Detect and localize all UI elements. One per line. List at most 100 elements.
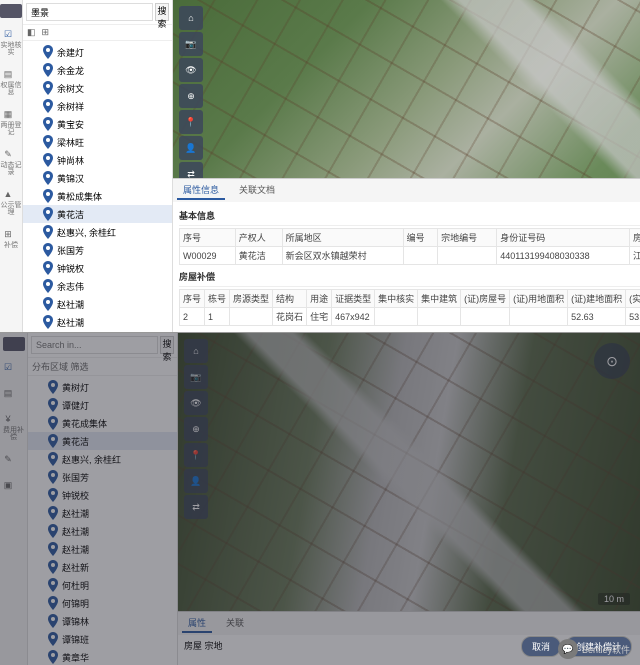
tree-item[interactable]: 钟锐权 [23, 259, 172, 277]
pin-icon [48, 452, 58, 466]
nav-icon[interactable]: ▦ [0, 106, 16, 122]
tree-item[interactable]: 黄锦汉 [23, 169, 172, 187]
tree-item[interactable]: 钟锐校 [28, 486, 177, 504]
cell [438, 247, 497, 265]
map-tool-icon[interactable]: ⇄ [179, 162, 203, 178]
nav-icon[interactable]: ☑ [0, 26, 16, 42]
tree-item[interactable]: 赵惠兴, 余桂红 [23, 223, 172, 241]
tree-item[interactable]: 赵社潮 [28, 504, 177, 522]
cell: 江门市新会区双水镇越荣村北心 [629, 247, 640, 265]
map-tool-icon[interactable]: ⌂ [179, 6, 203, 30]
tree-item[interactable]: 赵社潮 [28, 522, 177, 540]
tree-item[interactable]: 赵惠兴, 余桂红 [28, 450, 177, 468]
tree-item[interactable]: 黄树灯 [28, 378, 177, 396]
tree-label: 余树祥 [57, 100, 84, 113]
map-tool-icon[interactable]: 📷 [179, 32, 203, 56]
nav-icon[interactable]: ✎ [0, 146, 16, 162]
map-viewport[interactable]: ⌂📷👁⊕📍👤⇄ ⊙ 10 m [178, 333, 640, 611]
tab-prop[interactable]: 属性 [182, 614, 212, 633]
pin-icon [48, 488, 58, 502]
map-toolbar: ⌂📷👁⊕📍👤⇄ [184, 339, 208, 519]
search-button[interactable]: 搜索 [160, 336, 174, 354]
tree-item[interactable]: 赵社潮 [23, 313, 172, 331]
map-tool-icon[interactable]: 👤 [184, 469, 208, 493]
tree-item[interactable]: 黄花洁 [28, 432, 177, 450]
tree-item[interactable]: 张国芳 [23, 241, 172, 259]
nav-icon[interactable]: ✎ [0, 451, 16, 467]
search-button[interactable]: 搜索 [155, 3, 169, 21]
map-tool-icon[interactable]: 📷 [184, 365, 208, 389]
map-toolbar: ⌂📷👁⊕📍👤 ⇄ [179, 6, 203, 178]
nav-icon[interactable]: ▤ [0, 385, 16, 401]
tree-item[interactable]: 何锦明 [28, 594, 177, 612]
pin-icon [48, 524, 58, 538]
pin-icon [48, 578, 58, 592]
pin-icon [48, 398, 58, 412]
pin-icon [43, 171, 53, 185]
sidebar-tools: ◧ ⊞ [23, 25, 172, 41]
search-input[interactable] [26, 3, 153, 21]
tree-label: 何杜明 [62, 579, 89, 592]
map-tool-icon[interactable]: ⌂ [184, 339, 208, 363]
tree-item[interactable]: 赵社鞋 [23, 331, 172, 332]
map-tool-icon[interactable]: 📍 [179, 110, 203, 134]
nav-icon[interactable]: ¥ [0, 411, 16, 427]
tree-item[interactable]: 余金龙 [23, 61, 172, 79]
pin-icon [43, 315, 53, 329]
map-tool-icon[interactable]: 📍 [184, 443, 208, 467]
map-viewport[interactable]: ⌂📷👁⊕📍👤⇄ ⊙ 负责 30 m [173, 0, 640, 178]
tab-doc[interactable]: 关联 [220, 614, 250, 633]
cell: 集中建筑 [418, 290, 461, 308]
tree-item[interactable]: 黄宝安 [23, 115, 172, 133]
tree-item[interactable]: 黄章华 [28, 648, 177, 665]
tree-item[interactable]: 黄花成集体 [28, 414, 177, 432]
nav-icon[interactable]: ▤ [0, 66, 16, 82]
nav-icon[interactable]: ⊞ [0, 226, 16, 242]
tree-label: 谭健灯 [62, 399, 89, 412]
tree-item[interactable]: 赵社潮 [23, 295, 172, 313]
tab-properties[interactable]: 属性信息 [177, 181, 225, 200]
map-tool-icon[interactable]: 👤 [179, 136, 203, 160]
map-tool-icon[interactable]: ⊕ [184, 417, 208, 441]
sub-tab[interactable]: 宗地 [205, 641, 223, 651]
cell: W00029 [180, 247, 236, 265]
cancel-button[interactable]: 取消 [521, 636, 561, 657]
pin-icon [43, 99, 53, 113]
tree-label: 赵社潮 [57, 316, 84, 329]
tree-item[interactable]: 张国芳 [28, 468, 177, 486]
cell: 产权人 [235, 229, 282, 247]
map-tool-icon[interactable]: ⊕ [179, 84, 203, 108]
tree-label: 黄松成集体 [57, 190, 102, 203]
tree-item[interactable]: 余建灯 [23, 43, 172, 61]
tree-item[interactable]: 余树祥 [23, 97, 172, 115]
tree-item[interactable]: 梁林旺 [23, 133, 172, 151]
sub-tab[interactable]: 房屋 [184, 641, 202, 651]
tree-item[interactable]: 钟尚林 [23, 151, 172, 169]
tree-item[interactable]: 余树文 [23, 79, 172, 97]
tree-label: 黄花洁 [62, 435, 89, 448]
tree-label: 张国芳 [62, 471, 89, 484]
pin-icon [43, 117, 53, 131]
tool-icon[interactable]: ⊞ [42, 27, 50, 38]
tab-documents[interactable]: 关联文档 [233, 181, 281, 200]
tree-item[interactable]: 赵社新 [28, 558, 177, 576]
tree-item[interactable]: 谭锦班 [28, 630, 177, 648]
map-tool-icon[interactable]: ⇄ [184, 495, 208, 519]
nav-icon[interactable]: ☑ [0, 359, 16, 375]
cell: (实)用地面积 [626, 290, 640, 308]
map-tool-icon[interactable]: 👁 [179, 58, 203, 82]
tree-item[interactable]: 谭健灯 [28, 396, 177, 414]
tree-item[interactable]: 谭锦林 [28, 612, 177, 630]
nav-icon[interactable]: ▣ [0, 477, 16, 493]
tree-item[interactable]: 黄松成集体 [23, 187, 172, 205]
map-tool-icon[interactable]: 👁 [184, 391, 208, 415]
tree-item[interactable]: 何杜明 [28, 576, 177, 594]
tool-icon[interactable]: ◧ [27, 27, 36, 38]
tree-item[interactable]: 赵社潮 [28, 540, 177, 558]
search-input[interactable] [31, 336, 158, 354]
compass-icon[interactable]: ⊙ [594, 343, 630, 379]
nav-icon[interactable]: ▲ [0, 186, 16, 202]
tree-item[interactable]: 余志伟 [23, 277, 172, 295]
tree-label: 余志伟 [57, 280, 84, 293]
tree-item[interactable]: 黄花洁 [23, 205, 172, 223]
